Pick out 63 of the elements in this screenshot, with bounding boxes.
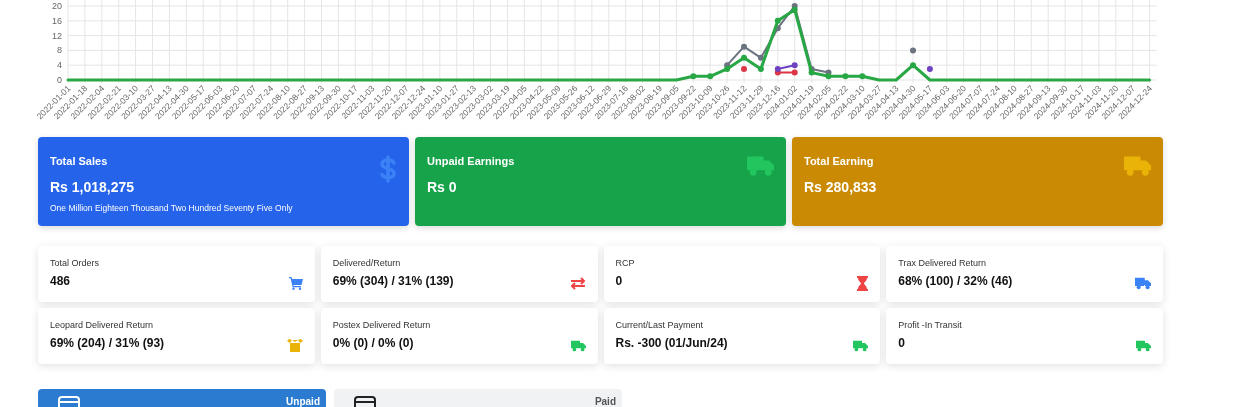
card-icon	[58, 396, 80, 407]
y-axis-label: 8	[57, 45, 62, 56]
stat-label: Trax Delivered Return	[898, 258, 987, 268]
card-title: Total Earning	[804, 155, 875, 167]
point	[741, 54, 747, 61]
y-axis-label: 16	[52, 15, 62, 26]
point	[825, 73, 832, 80]
card-value: Rs 280,833	[804, 179, 877, 195]
stat-value: 68% (100) / 32% (46)	[898, 274, 1013, 288]
point	[791, 6, 798, 13]
payment-tab[interactable]: Paid	[334, 389, 622, 407]
stat-value: 0	[898, 336, 906, 350]
point	[910, 62, 916, 69]
card-value: Rs 0	[427, 179, 458, 195]
y-axis-label: 0	[57, 75, 62, 85]
point	[757, 65, 764, 72]
truck-icon	[746, 155, 774, 177]
point	[808, 69, 815, 76]
stat-label: RCP	[615, 258, 635, 268]
point	[774, 17, 781, 24]
stat-value: 486	[50, 274, 72, 288]
card-value: Rs 1,018,275	[50, 179, 136, 195]
point	[741, 65, 747, 72]
stat-label: Delivered/Return	[332, 258, 402, 268]
stat-value: 0	[615, 274, 624, 288]
y-axis-label: 12	[52, 30, 62, 41]
stat-value: 0% (0) / 0% (0)	[332, 336, 415, 350]
truck-icon	[570, 340, 586, 352]
stat-label: Total Orders	[50, 258, 100, 268]
point	[910, 47, 916, 54]
amount-in-words: One Million Eighteen Thousand Two Hundred Seventy Five Only	[50, 203, 293, 213]
stat-value: 69% (204) / 31% (93)	[50, 336, 165, 350]
card-title: Total Sales	[50, 155, 109, 167]
point	[791, 62, 798, 69]
point	[690, 73, 697, 80]
point	[741, 43, 747, 50]
stat-value: Rs. -300 (01/Jun/24)	[615, 336, 728, 350]
stat-label: Current/Last Payment	[615, 320, 705, 330]
point	[842, 73, 849, 80]
y-axis-label: 20	[52, 1, 62, 11]
open-box-icon	[286, 339, 303, 352]
stat-label: Postex Delivered Return	[332, 320, 431, 330]
stat-value: 69% (304) / 31% (139)	[332, 274, 454, 288]
truck-icon	[1134, 277, 1151, 290]
stat-label: Profit -In Transit	[898, 320, 962, 330]
point	[859, 73, 866, 80]
truck-icon	[853, 340, 869, 352]
truck-icon	[1136, 340, 1151, 352]
point	[707, 73, 714, 80]
exchange-arrows-icon	[569, 277, 586, 290]
dollar-icon	[379, 155, 397, 183]
y-axis-label: 4	[57, 60, 62, 71]
card-icon	[354, 396, 376, 407]
truck-icon	[1123, 155, 1151, 177]
point	[757, 54, 764, 61]
point	[774, 65, 781, 72]
stat-label: Leopard Delivered Return	[50, 320, 155, 330]
cart-icon	[288, 277, 303, 290]
card-title: Unpaid Earnings	[427, 155, 515, 167]
payment-tab[interactable]: Unpaid	[38, 389, 326, 407]
point	[926, 65, 933, 72]
hourglass-icon	[857, 276, 869, 291]
point	[791, 69, 798, 76]
